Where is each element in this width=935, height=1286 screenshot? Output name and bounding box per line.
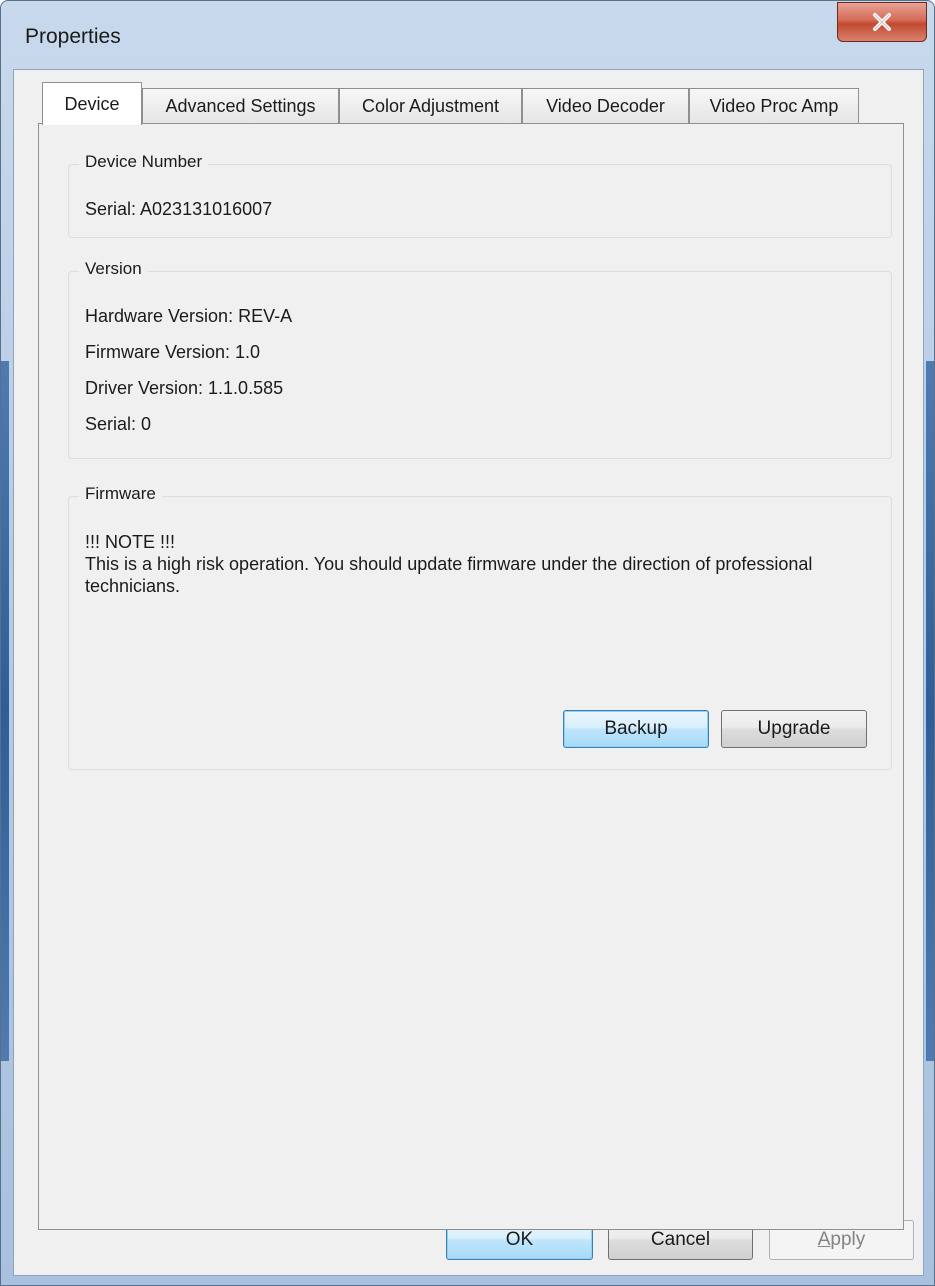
close-icon <box>873 13 891 31</box>
close-button[interactable] <box>837 2 927 42</box>
window-title: Properties <box>25 25 121 48</box>
note-heading: !!! NOTE !!! <box>85 532 176 552</box>
tab-advanced-settings[interactable]: Advanced Settings <box>142 88 339 124</box>
firmware-title: Firmware <box>79 484 162 504</box>
device-number-title: Device Number <box>79 152 209 172</box>
device-tab-panel: Device Number Serial: A023131016007 Vers… <box>38 123 904 1230</box>
hardware-version: Hardware Version: REV-A <box>85 306 293 326</box>
firmware-version: Firmware Version: 1.0 <box>85 342 261 362</box>
version-serial: Serial: 0 <box>85 414 152 434</box>
apply-label-rest: pply <box>830 1229 866 1250</box>
device-serial: Serial: A023131016007 <box>85 199 273 219</box>
dialog-client-area: Device Advanced Settings Color Adjustmen… <box>13 69 924 1276</box>
device-number-group: Device Number Serial: A023131016007 <box>68 152 892 238</box>
note-body: This is a high risk operation. You shoul… <box>85 554 813 596</box>
version-group: Version Hardware Version: REV-A Firmware… <box>68 259 892 459</box>
apply-accel-letter: A <box>817 1229 831 1250</box>
tab-video-decoder[interactable]: Video Decoder <box>522 88 689 124</box>
version-title: Version <box>79 259 148 279</box>
tab-color-adjustment[interactable]: Color Adjustment <box>339 88 522 124</box>
firmware-group: Firmware !!! NOTE !!! This is a high ris… <box>68 484 892 770</box>
backup-button[interactable]: Backup <box>563 710 709 748</box>
title-bar[interactable]: Properties <box>1 1 934 69</box>
firmware-note: !!! NOTE !!! This is a high risk operati… <box>85 531 875 597</box>
tab-device[interactable]: Device <box>42 82 142 125</box>
upgrade-button[interactable]: Upgrade <box>721 710 867 748</box>
driver-version: Driver Version: 1.1.0.585 <box>85 378 284 398</box>
tab-video-proc-amp[interactable]: Video Proc Amp <box>689 88 859 124</box>
properties-window: Properties Device Advanced Settings Colo… <box>0 0 935 1286</box>
